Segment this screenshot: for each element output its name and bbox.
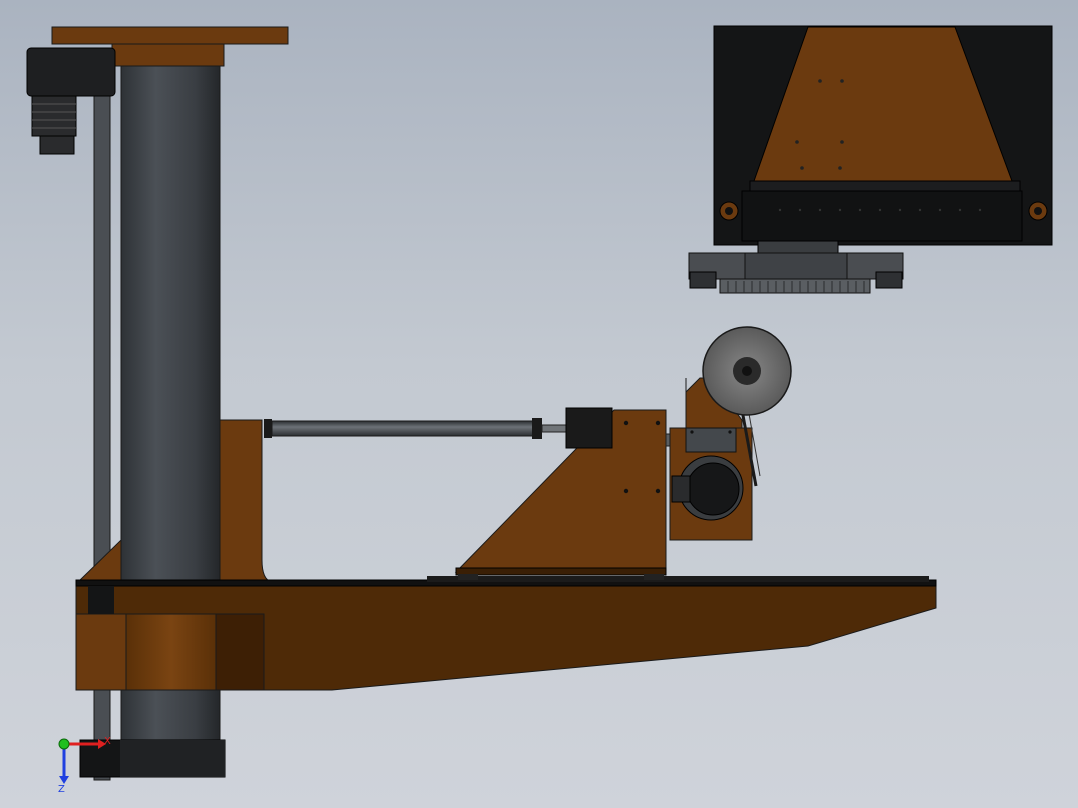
column-top-plate (51, 26, 289, 45)
clamp-dark-block (88, 586, 114, 614)
bracket-pad-left (458, 574, 478, 580)
cylinder-right-cap (532, 418, 542, 439)
bracket-bolt (655, 488, 661, 494)
motor-junction-box (671, 475, 691, 503)
grinding-wheel-nut (742, 366, 752, 376)
gear-motor-block (31, 95, 77, 137)
cad-viewport[interactable]: X Z (0, 0, 1078, 808)
inset-clamp-right (875, 271, 903, 289)
column-clamp-left (75, 613, 127, 691)
bracket-pad-right (644, 574, 664, 580)
z-axis-arrowhead (59, 776, 69, 784)
y-axis-origin (58, 738, 70, 750)
column-top-collar (111, 43, 225, 67)
cad-drawing: X Z (26, 25, 1053, 795)
column-base-shadow (120, 740, 225, 777)
cylinder-rod (541, 424, 567, 433)
cylinder-barrel (271, 420, 535, 437)
bracket-bolt (623, 420, 629, 426)
bracket-bolt (655, 420, 661, 426)
cylinder-left-cap (264, 419, 272, 438)
gear-motor-housing (26, 47, 116, 97)
inset-bottom-neck (757, 240, 839, 254)
inset-mid-block (749, 180, 1021, 192)
inset-pulley-left-hub (725, 207, 733, 215)
grinder-motor (686, 462, 740, 516)
arm-gusset (219, 419, 273, 583)
column-clamp-mid (125, 613, 217, 691)
motor-end-cap (39, 135, 75, 155)
belt-cover-bolt (728, 430, 732, 434)
bracket-bolt (623, 488, 629, 494)
inset-clamp-left (689, 271, 717, 289)
bracket-block (565, 407, 613, 449)
inset-pulley-right-hub (1034, 207, 1042, 215)
slide-rail (427, 576, 929, 582)
bracket-foot (455, 567, 667, 576)
belt-cover-bolt (690, 430, 694, 434)
x-axis-label: X (104, 736, 111, 747)
column-clamp-right (215, 613, 265, 691)
inset-lower-body (741, 190, 1023, 242)
inset-view[interactable] (688, 25, 1053, 294)
pneumatic-cylinder[interactable] (264, 418, 567, 439)
z-axis-label: Z (58, 784, 65, 795)
inset-bottom-plate-center (744, 252, 848, 280)
grinder-head[interactable] (669, 326, 792, 541)
